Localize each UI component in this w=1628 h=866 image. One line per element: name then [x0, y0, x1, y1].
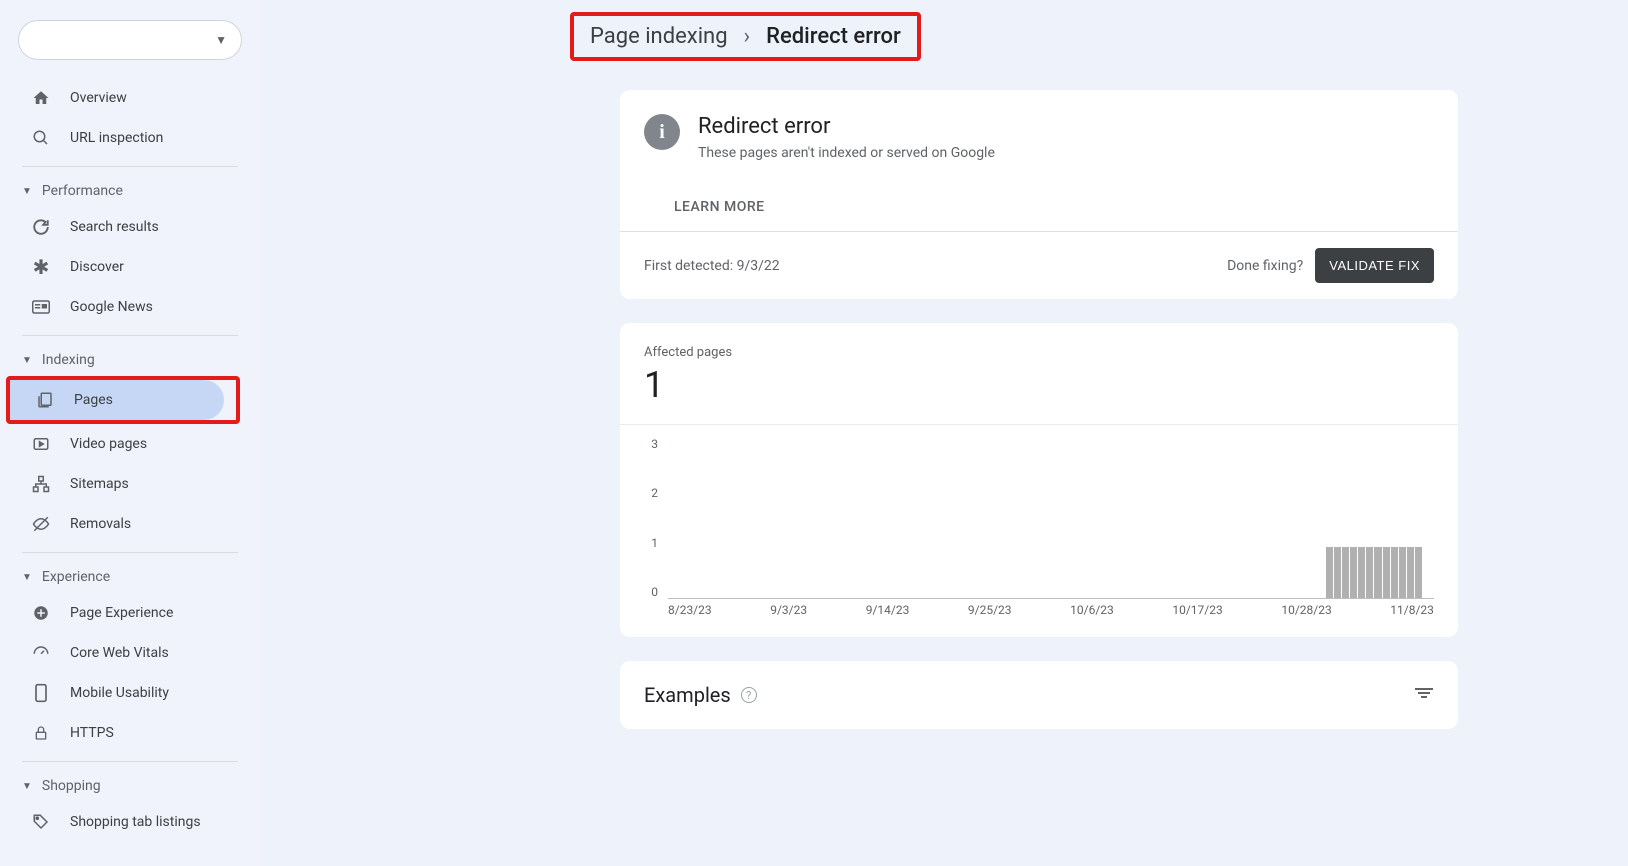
- validate-fix-button[interactable]: VALIDATE FIX: [1315, 248, 1434, 283]
- affected-pages-count: 1: [620, 360, 1458, 424]
- x-tick: 10/28/23: [1281, 603, 1331, 617]
- affected-pages-card: Affected pages 1 3 2 1 0: [620, 323, 1458, 637]
- chart-plot-area: [668, 443, 1434, 599]
- y-tick: 2: [644, 486, 658, 500]
- bar: [1407, 547, 1414, 598]
- help-icon[interactable]: ?: [741, 687, 757, 703]
- first-detected-label: First detected: 9/3/22: [644, 258, 780, 274]
- examples-card: Examples ?: [620, 661, 1458, 729]
- bar: [1326, 547, 1333, 598]
- bar: [1334, 547, 1341, 598]
- status-title: Redirect error: [698, 114, 995, 139]
- x-tick: 9/14/23: [866, 603, 910, 617]
- status-card: i Redirect error These pages aren't inde…: [620, 90, 1458, 299]
- x-tick: 10/6/23: [1070, 603, 1114, 617]
- chart-x-axis: 8/23/23 9/3/23 9/14/23 9/25/23 10/6/23 1…: [668, 603, 1434, 617]
- done-fixing-label: Done fixing?: [1227, 258, 1303, 274]
- examples-title: Examples: [644, 683, 731, 707]
- main-content: Page indexing › Redirect error i Redirec…: [260, 0, 1628, 866]
- affected-pages-chart: 3 2 1 0: [620, 424, 1458, 637]
- x-tick: 11/8/23: [1390, 603, 1434, 617]
- bar: [1415, 547, 1422, 598]
- chart-y-axis: 3 2 1 0: [644, 437, 658, 599]
- x-tick: 10/17/23: [1172, 603, 1222, 617]
- chart-bars: [1326, 547, 1422, 598]
- y-tick: 1: [644, 536, 658, 550]
- bar: [1350, 547, 1357, 598]
- info-icon: i: [644, 114, 680, 150]
- bar: [1383, 547, 1390, 598]
- y-tick: 0: [644, 585, 658, 599]
- x-tick: 9/25/23: [968, 603, 1012, 617]
- filter-icon[interactable]: [1414, 688, 1434, 702]
- status-subtitle: These pages aren't indexed or served on …: [698, 145, 995, 161]
- bar: [1374, 547, 1381, 598]
- affected-pages-label: Affected pages: [620, 323, 1458, 360]
- bar: [1342, 547, 1349, 598]
- y-tick: 3: [644, 437, 658, 451]
- x-tick: 9/3/23: [770, 603, 807, 617]
- x-tick: 8/23/23: [668, 603, 712, 617]
- learn-more-link[interactable]: LEARN MORE: [620, 181, 765, 215]
- bar: [1366, 547, 1373, 598]
- bar: [1358, 547, 1365, 598]
- bar: [1391, 547, 1398, 598]
